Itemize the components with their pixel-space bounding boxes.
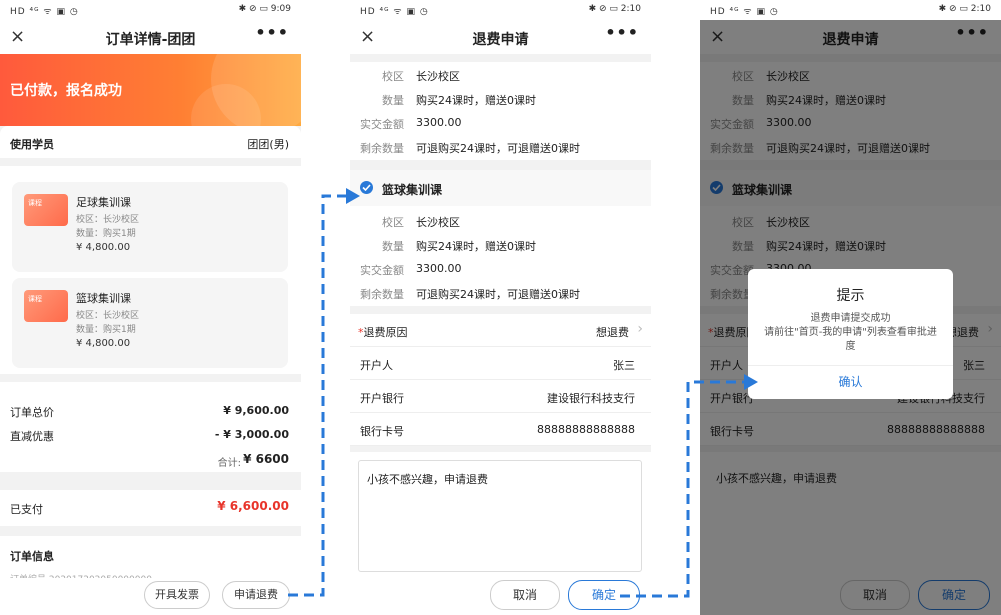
arrow-to-success-dialog: [620, 380, 744, 598]
arrow-head-icon: [346, 188, 360, 204]
arrow-to-refund-form: [288, 194, 346, 597]
arrow-head-icon: [744, 374, 758, 390]
flow-arrows: [288, 188, 758, 598]
